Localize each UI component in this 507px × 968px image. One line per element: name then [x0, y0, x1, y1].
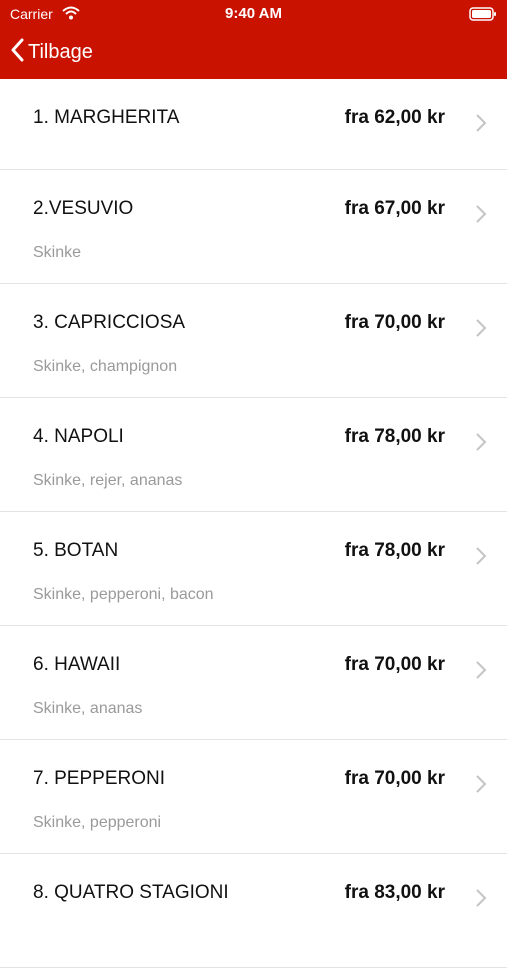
chevron-right-icon: [475, 774, 487, 799]
item-description: Skinke, pepperoni: [33, 814, 162, 831]
item-name: 8. QUATRO STAGIONI: [33, 882, 229, 903]
item-price: fra 70,00 kr: [344, 654, 445, 675]
item-description: Skinke, champignon: [33, 358, 178, 375]
item-description: Skinke: [33, 244, 82, 261]
chevron-right-icon: [475, 113, 487, 138]
item-price: fra 83,00 kr: [344, 882, 445, 903]
status-bar: Carrier 9:40 AM: [0, 0, 507, 30]
list-item[interactable]: 2.VESUVIO Skinke fra 67,00 kr: [0, 170, 507, 284]
list-item[interactable]: 3. CAPRICCIOSA Skinke, champignon fra 70…: [0, 284, 507, 398]
chevron-right-icon: [475, 660, 487, 685]
item-name: 4. NAPOLI: [33, 426, 124, 447]
item-name: 2.VESUVIO: [33, 198, 134, 219]
back-button[interactable]: Tilbage: [10, 38, 93, 67]
chevron-right-icon: [475, 204, 487, 229]
list-item[interactable]: 1. MARGHERITA fra 62,00 kr: [0, 79, 507, 170]
item-description: Skinke, pepperoni, bacon: [33, 586, 214, 603]
chevron-right-icon: [475, 432, 487, 457]
item-name: 7. PEPPERONI: [33, 768, 165, 789]
back-label: Tilbage: [28, 41, 93, 63]
chevron-left-icon: [10, 38, 24, 67]
chevron-right-icon: [475, 888, 487, 913]
navigation-header: Carrier 9:40 AM Tilbage: [0, 0, 507, 79]
item-price: fra 67,00 kr: [344, 198, 445, 219]
item-description: Skinke, ananas: [33, 700, 143, 717]
item-description: Skinke, rejer, ananas: [33, 472, 183, 489]
item-price: fra 78,00 kr: [344, 426, 445, 447]
item-price: fra 70,00 kr: [344, 768, 445, 789]
item-name: 3. CAPRICCIOSA: [33, 312, 186, 333]
status-time: 9:40 AM: [225, 5, 282, 22]
list-item[interactable]: 7. PEPPERONI Skinke, pepperoni fra 70,00…: [0, 740, 507, 854]
list-item[interactable]: 4. NAPOLI Skinke, rejer, ananas fra 78,0…: [0, 398, 507, 512]
battery-icon: [469, 7, 497, 26]
item-name: 6. HAWAII: [33, 654, 121, 675]
chevron-right-icon: [475, 318, 487, 343]
pizza-list: 1. MARGHERITA fra 62,00 kr 2.VESUVIO Ski…: [0, 79, 507, 968]
item-price: fra 78,00 kr: [344, 540, 445, 561]
item-price: fra 70,00 kr: [344, 312, 445, 333]
list-item[interactable]: 6. HAWAII Skinke, ananas fra 70,00 kr: [0, 626, 507, 740]
item-name: 5. BOTAN: [33, 540, 119, 561]
chevron-right-icon: [475, 546, 487, 571]
list-item[interactable]: 5. BOTAN Skinke, pepperoni, bacon fra 78…: [0, 512, 507, 626]
item-price: fra 62,00 kr: [344, 107, 445, 128]
item-name: 1. MARGHERITA: [33, 107, 180, 128]
list-item[interactable]: 8. QUATRO STAGIONI fra 83,00 kr: [0, 854, 507, 968]
nav-bar: Tilbage: [0, 34, 507, 74]
